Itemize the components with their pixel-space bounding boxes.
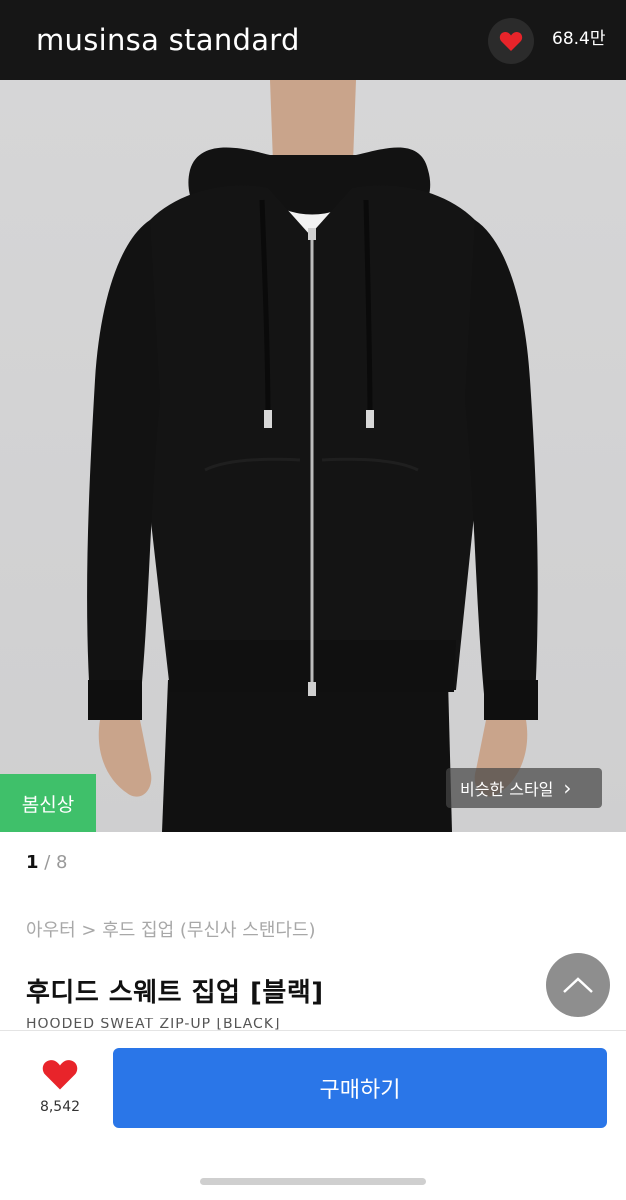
scroll-to-top-button[interactable] bbox=[546, 953, 610, 1017]
chevron-right-icon: › bbox=[563, 776, 572, 800]
product-like-count: 8,542 bbox=[39, 1099, 81, 1115]
product-like-button[interactable]: 8,542 bbox=[30, 1057, 90, 1127]
product-image[interactable]: 봄신상 비슷한 스타일 › bbox=[0, 80, 626, 832]
pager-total: 8 bbox=[56, 852, 68, 873]
brand-like-button[interactable] bbox=[488, 18, 534, 64]
chevron-up-icon bbox=[563, 977, 593, 993]
product-subtitle: HOODED SWEAT ZIP-UP [BLACK] bbox=[26, 1018, 280, 1030]
pager-current: 1 bbox=[26, 852, 39, 873]
similar-style-label: 비슷한 스타일 bbox=[460, 780, 554, 799]
similar-style-button[interactable]: 비슷한 스타일 › bbox=[446, 768, 602, 808]
buy-button[interactable]: 구매하기 bbox=[113, 1048, 607, 1128]
category-breadcrumb[interactable]: 아우터 > 후드 집업 (무신사 스탠다드) bbox=[26, 916, 316, 942]
product-subtitle-text: HOODED SWEAT ZIP-UP [BLACK] bbox=[26, 1018, 281, 1030]
hoodie-model-illustration bbox=[87, 80, 538, 832]
product-title: 후디드 스웨트 집업 [블랙] bbox=[26, 978, 324, 1008]
new-spring-badge: 봄신상 bbox=[0, 774, 96, 832]
image-pager: 1 / 8 bbox=[26, 852, 68, 873]
heart-icon bbox=[499, 31, 523, 51]
pager-separator: / bbox=[38, 852, 57, 873]
app-header: musinsa standard 68.4만 bbox=[0, 0, 626, 80]
brand-logo[interactable]: musinsa standard bbox=[36, 20, 300, 60]
home-indicator[interactable] bbox=[200, 1178, 426, 1185]
brand-like-count: 68.4만 bbox=[552, 29, 606, 49]
heart-icon bbox=[42, 1060, 78, 1090]
bottom-action-bar: 8,542 구매하기 bbox=[0, 1030, 626, 1200]
